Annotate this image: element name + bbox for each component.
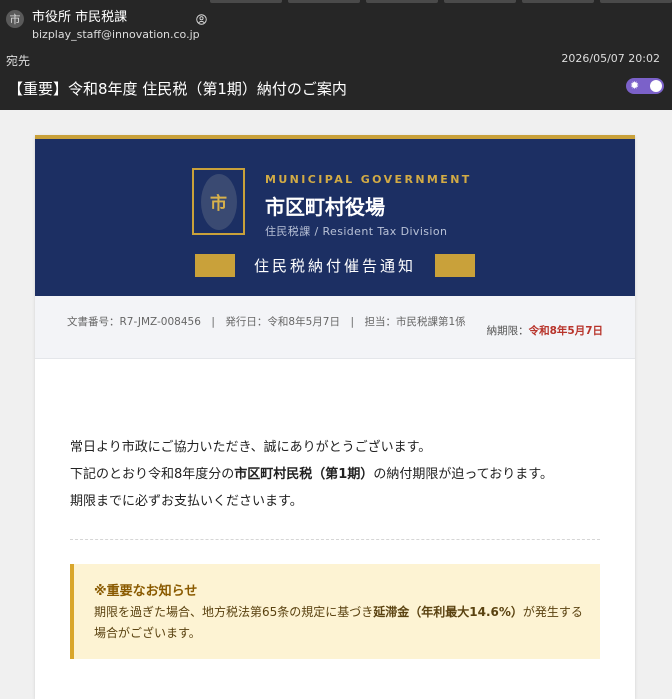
division-label: 住民税課 / Resident Tax Division [265,225,448,238]
notice-heading: ※重要なお知らせ [94,584,198,599]
deadline-label: 納期限： [486,325,529,337]
email-subject: 【重要】令和8年度 住民税（第1期）納付のご案内 [8,80,347,98]
notice-text: 期限を過ぎた場合、地方税法第65条の規定に基づき延滞金（年利最大14.6%）が発… [94,602,589,644]
body-line-2-pre: 下記のとおり令和8年度分の [70,467,235,482]
message-body: 常日より市政にご協力いただき、誠にありがとうございます。 下記のとおり令和8年度… [70,434,553,515]
payment-deadline: 納期限：令和8年5月7日 [487,323,603,338]
theme-toggle[interactable]: ✹ [626,78,664,94]
important-notice: ※重要なお知らせ 期限を過ぎた場合、地方税法第65条の規定に基づき延滞金（年利最… [70,564,600,659]
notice-title: 住民税納付催告通知 [253,257,416,275]
tab[interactable] [288,0,360,3]
document-info: 文書番号：R7-JMZ-008456 | 発行日：令和8年5月7日 | 担当：市… [67,316,466,328]
body-line-2: 下記のとおり令和8年度分の市区町村民税（第1期）の納付期限が迫っております。 [70,461,553,488]
tab[interactable] [366,0,438,3]
emblem-seal: 市 [200,173,237,230]
tab[interactable] [210,0,282,3]
sun-icon: ✹ [630,79,640,92]
tab[interactable] [600,0,672,3]
tab-strip [210,0,672,3]
notice-text-pre: 期限を過ぎた場合、地方税法第65条の規定に基づき [94,605,374,619]
sender-name[interactable]: 市役所 市民税課 [32,6,127,25]
body-line-3: 期限までに必ずお支払いくださいます。 [70,494,303,509]
document-meta: 文書番号：R7-JMZ-008456 | 発行日：令和8年5月7日 | 担当：市… [35,296,635,359]
section-divider [70,539,600,540]
tab[interactable] [444,0,516,3]
sender-avatar[interactable]: 市 [6,10,24,28]
deadline-value: 令和8年5月7日 [528,325,603,337]
body-line-2-post: の納付期限が迫っております。 [373,467,553,482]
gov-name-en: MUNICIPAL GOVERNMENT [265,173,472,186]
municipal-banner: 市 MUNICIPAL GOVERNMENT 市区町村役場 住民税課 / Res… [35,139,635,296]
email-date: 2026/05/07 20:02 [561,52,660,65]
person-icon[interactable] [196,14,207,25]
emblem: 市 [192,168,245,235]
late-fee: 延滞金（年利最大14.6%） [373,605,523,619]
tax-name: 市区町村民税（第1期） [234,467,374,482]
to-label: 宛先 [6,54,31,68]
toggle-knob [650,80,662,92]
body-line-1: 常日より市政にご協力いただき、誠にありがとうございます。 [70,440,432,455]
gov-name-ja: 市区町村役場 [265,195,385,219]
sender-email[interactable]: bizplay_staff@innovation.co.jp [32,28,200,41]
gold-bar-left [195,254,235,277]
tab[interactable] [522,0,594,3]
notice-title-row: 住民税納付催告通知 [195,254,475,278]
gold-bar-right [435,254,475,277]
email-header: 市 市役所 市民税課 bizplay_staff@innovation.co.j… [0,0,672,110]
